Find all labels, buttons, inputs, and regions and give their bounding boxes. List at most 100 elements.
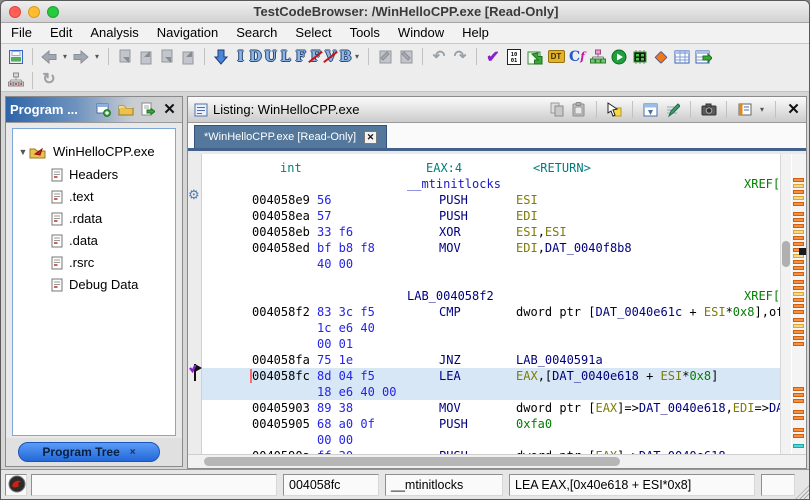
run-script-icon[interactable] bbox=[610, 48, 628, 66]
program-tree-tab-button[interactable]: Program Tree × bbox=[18, 442, 160, 462]
listing-row[interactable]: 00 00 bbox=[202, 432, 780, 448]
mark-l-button[interactable]: L bbox=[278, 49, 293, 65]
tree-item-text[interactable]: .text bbox=[13, 186, 175, 207]
gear-icon[interactable]: ⚙ bbox=[188, 187, 200, 203]
validate-icon[interactable]: ✔ bbox=[484, 48, 502, 66]
listing-row[interactable]: intEAX:4<RETURN> bbox=[202, 160, 780, 176]
listing-row[interactable]: 004058f283 3c f5CMPdword ptr [DAT_0040e6… bbox=[202, 304, 780, 320]
folder-icon[interactable] bbox=[117, 101, 134, 118]
listing-row[interactable]: LAB_004058f2XREF[ bbox=[202, 288, 780, 304]
listing-row[interactable]: 004058edbf b8 f8MOVEDI,DAT_0040f8b8 bbox=[202, 240, 780, 256]
undo-icon[interactable]: ↶ bbox=[430, 48, 448, 66]
listing-row[interactable]: 004058fc8d 04 f5LEAEAX,[DAT_0040e618 + E… bbox=[202, 368, 780, 384]
listing-tab[interactable]: *WinHelloCPP.exe [Read-Only] ✕ bbox=[194, 125, 387, 148]
menu-window[interactable]: Window bbox=[389, 23, 453, 43]
hierarchy-icon[interactable] bbox=[7, 71, 25, 89]
mark-i-button[interactable]: I bbox=[233, 49, 248, 65]
refresh-icon[interactable]: ↻ bbox=[40, 71, 58, 89]
memory-map-icon[interactable] bbox=[631, 48, 649, 66]
clear-v-button[interactable]: V bbox=[323, 49, 338, 65]
menu-analysis[interactable]: Analysis bbox=[81, 23, 147, 43]
clear-flow-icon[interactable] bbox=[158, 48, 176, 66]
tree-item-rdata[interactable]: .rdata bbox=[13, 208, 175, 229]
code-bytes: 89 38 bbox=[317, 401, 353, 415]
listing-row[interactable]: 18 e6 40 00 bbox=[202, 384, 780, 400]
mark-u-button[interactable]: U bbox=[263, 49, 278, 65]
listing-row[interactable]: 0040590389 38MOVdword ptr [EAX]=>DAT_004… bbox=[202, 400, 780, 416]
mark-f-button[interactable]: F bbox=[293, 49, 308, 65]
c-function-icon[interactable]: Cf bbox=[568, 48, 586, 66]
menu-select[interactable]: Select bbox=[286, 23, 340, 43]
mark-b-button[interactable]: B bbox=[338, 49, 353, 65]
listing-row[interactable]: 00 01 bbox=[202, 336, 780, 352]
snapshot-icon[interactable] bbox=[700, 101, 717, 118]
menu-edit[interactable]: Edit bbox=[41, 23, 81, 43]
back-icon[interactable] bbox=[40, 48, 58, 66]
listing-row[interactable]: 004058e956PUSHESI bbox=[202, 192, 780, 208]
listing-row[interactable]: __mtinitlocksXREF[ bbox=[202, 176, 780, 192]
redo-icon[interactable]: ↷ bbox=[451, 48, 469, 66]
close-panel-icon[interactable]: ✕ bbox=[161, 101, 178, 118]
program-tree-header: Program ... ✕ bbox=[6, 97, 182, 123]
tab-close-icon[interactable]: ✕ bbox=[364, 131, 377, 144]
menu-navigation[interactable]: Navigation bbox=[148, 23, 227, 43]
tree-item-headers[interactable]: Headers bbox=[13, 164, 175, 185]
clear-code-up-icon[interactable] bbox=[137, 48, 155, 66]
listing-row[interactable] bbox=[202, 272, 780, 288]
export-icon[interactable] bbox=[526, 48, 544, 66]
toggle-fields-icon[interactable] bbox=[642, 101, 659, 118]
call-tree-icon[interactable] bbox=[589, 48, 607, 66]
menu-tools[interactable]: Tools bbox=[341, 23, 389, 43]
horizontal-scrollbar-thumb[interactable] bbox=[204, 457, 620, 466]
create-structure-icon[interactable] bbox=[376, 48, 394, 66]
listing-row[interactable]: 40 00 bbox=[202, 256, 780, 272]
copy-icon[interactable] bbox=[548, 101, 565, 118]
letter-dropdown-icon[interactable]: ▾ bbox=[353, 52, 361, 61]
menu-search[interactable]: Search bbox=[227, 23, 286, 43]
clear-f-button[interactable]: F bbox=[308, 49, 323, 65]
table-export-icon[interactable] bbox=[694, 48, 712, 66]
paste-icon[interactable] bbox=[570, 101, 587, 118]
import-icon[interactable] bbox=[139, 101, 156, 118]
horizontal-scrollbar[interactable] bbox=[188, 454, 806, 468]
code-bytes: 00 00 bbox=[317, 433, 353, 447]
new-window-icon[interactable] bbox=[95, 101, 112, 118]
listing-row[interactable]: 004058ea57PUSHEDI bbox=[202, 208, 780, 224]
back-dropdown-icon[interactable]: ▾ bbox=[61, 52, 69, 61]
clear-code-icon[interactable] bbox=[116, 48, 134, 66]
tab-close-icon[interactable]: × bbox=[130, 447, 136, 458]
forward-dropdown-icon[interactable]: ▾ bbox=[93, 52, 101, 61]
save-icon[interactable] bbox=[7, 48, 25, 66]
menu-help[interactable]: Help bbox=[453, 23, 498, 43]
tree-item-data[interactable]: .data bbox=[13, 230, 175, 251]
zoom-window-button[interactable] bbox=[47, 6, 59, 18]
edit-fields-icon[interactable] bbox=[664, 101, 681, 118]
minimize-window-button[interactable] bbox=[28, 6, 40, 18]
tree-item-rsrc[interactable]: .rsrc bbox=[13, 252, 175, 273]
vertical-scrollbar[interactable] bbox=[780, 154, 791, 454]
panel-options-dropdown-icon[interactable]: ▾ bbox=[758, 105, 766, 114]
datatype-manager-icon[interactable]: DT bbox=[547, 48, 565, 66]
menu-file[interactable]: File bbox=[2, 23, 41, 43]
close-listing-icon[interactable]: ✕ bbox=[785, 101, 802, 118]
close-window-button[interactable] bbox=[9, 6, 21, 18]
listing-row[interactable]: 004058fa75 1eJNZLAB_0040591a bbox=[202, 352, 780, 368]
mark-d-button[interactable]: D bbox=[248, 49, 263, 65]
tree-expand-icon[interactable]: ▼ bbox=[17, 147, 29, 157]
edit-structure-icon[interactable] bbox=[397, 48, 415, 66]
tree-item-debug-data[interactable]: Debug Data bbox=[13, 274, 175, 295]
listing-row[interactable]: 0040590568 a0 0fPUSH0xfa0 bbox=[202, 416, 780, 432]
listing-row[interactable]: 004058eb33 f6XORESI,ESI bbox=[202, 224, 780, 240]
tree-root-row[interactable]: ▼ WinHelloCPP.exe bbox=[13, 141, 175, 162]
resize-grip-icon[interactable] bbox=[795, 485, 809, 499]
disassemble-icon[interactable] bbox=[212, 48, 230, 66]
bookmarks-table-icon[interactable] bbox=[673, 48, 691, 66]
vertical-scrollbar-thumb[interactable] bbox=[782, 241, 790, 267]
panel-options-icon[interactable] bbox=[736, 101, 753, 118]
clear-flow-up-icon[interactable] bbox=[179, 48, 197, 66]
listing-row[interactable]: 1c e6 40 bbox=[202, 320, 780, 336]
binary-view-icon[interactable]: 1001 bbox=[505, 48, 523, 66]
forward-icon[interactable] bbox=[72, 48, 90, 66]
cursor-tool-icon[interactable] bbox=[606, 101, 623, 118]
diamond-icon[interactable]: ◆ bbox=[652, 48, 670, 66]
